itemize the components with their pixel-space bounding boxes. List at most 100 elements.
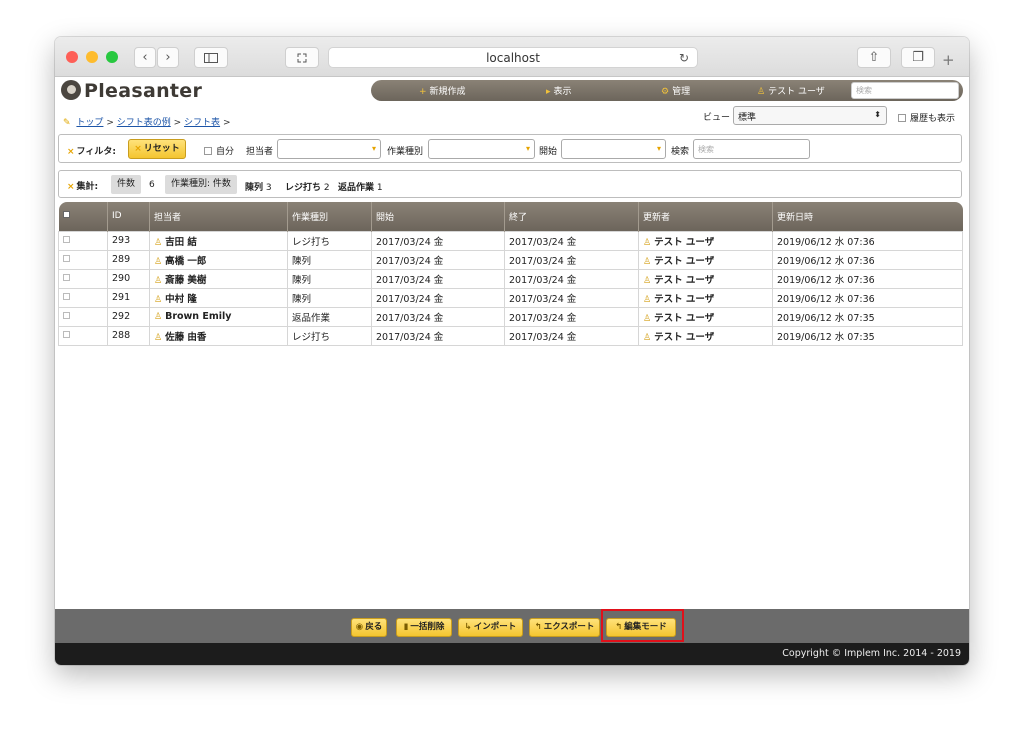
row-checkbox[interactable] xyxy=(58,230,108,251)
app-logo[interactable]: Pleasanter xyxy=(61,80,202,102)
breadcrumb-example[interactable]: シフト表の例 xyxy=(117,118,171,128)
cell-updated: 2019/06/12 水 07:36 xyxy=(772,249,963,270)
filter-label[interactable]: × フィルタ: xyxy=(67,144,116,157)
cell-end: 2017/03/24 金 xyxy=(504,325,639,346)
chevron-down-icon: ▾ xyxy=(371,144,376,153)
gear-icon: ⚙ xyxy=(661,87,670,97)
column-header-updated[interactable]: 更新日時 xyxy=(772,202,963,231)
back-arrow-icon[interactable]: ‹ xyxy=(134,47,156,68)
row-checkbox[interactable] xyxy=(58,249,108,270)
user-icon: ♙ xyxy=(154,312,163,322)
cell-updater: ♙ テスト ユーザ xyxy=(638,325,773,346)
self-checkbox[interactable]: 自分 xyxy=(204,144,234,157)
reset-button-label: リセット xyxy=(143,144,180,154)
cell-updater: ♙ テスト ユーザ xyxy=(638,287,773,308)
cell-assignee-text: 高橋 一郎 xyxy=(165,255,207,267)
close-window-button[interactable] xyxy=(66,51,78,63)
column-header-updater[interactable]: 更新者 xyxy=(638,202,773,231)
column-header-start[interactable]: 開始 xyxy=(371,202,505,231)
table-row[interactable]: 289 ♙ 高橋 一郎 陳列 2017/03/24 金 2017/03/24 金 … xyxy=(58,249,963,270)
share-icon[interactable]: ⇧ xyxy=(857,47,891,68)
cell-start: 2017/03/24 金 xyxy=(371,306,505,327)
view-select[interactable]: 標準 ⬍ xyxy=(733,106,887,125)
export-icon: ↰ xyxy=(534,622,542,632)
breadcrumb: ✎ トップ > シフト表の例 > シフト表 > xyxy=(63,115,230,128)
cell-assignee: ♙ 高橋 一郎 xyxy=(149,249,288,270)
start-select[interactable]: ▾ xyxy=(561,139,666,159)
back-button-label: 戻る xyxy=(365,622,383,632)
aggregate-label[interactable]: × 集計: xyxy=(67,179,98,192)
main-nav: + 新規作成 ▸ 表示 ⚙ 管理 ♙ テスト ユーザ 検索 xyxy=(371,80,963,101)
column-header-assignee[interactable]: 担当者 xyxy=(149,202,288,231)
group-chip[interactable]: 作業種別: 件数 xyxy=(165,175,237,194)
column-header-id[interactable]: ID xyxy=(107,202,150,231)
table-row[interactable]: 290 ♙ 斎藤 美樹 陳列 2017/03/24 金 2017/03/24 金 … xyxy=(58,268,963,289)
user-icon: ♙ xyxy=(643,313,652,324)
work-type-label: 作業種別 xyxy=(387,147,424,157)
nav-view-label: 表示 xyxy=(553,87,572,97)
nav-admin[interactable]: ⚙ 管理 xyxy=(661,84,690,97)
select-all-checkbox[interactable] xyxy=(58,202,108,231)
new-tab-icon[interactable]: + xyxy=(942,51,955,69)
assignee-select[interactable]: ▾ xyxy=(277,139,381,159)
checkbox-icon xyxy=(62,211,70,219)
cell-updater-text: テスト ユーザ xyxy=(654,293,715,305)
column-header-end[interactable]: 終了 xyxy=(504,202,639,231)
cell-start: 2017/03/24 金 xyxy=(371,230,505,251)
cell-assignee-text: 斎藤 美樹 xyxy=(165,274,207,286)
checkbox-icon xyxy=(63,255,70,262)
cell-work-type: 陳列 xyxy=(287,268,372,289)
nav-new[interactable]: + 新規作成 xyxy=(419,84,466,97)
table-row[interactable]: 292 ♙ Brown Emily 返品作業 2017/03/24 金 2017/… xyxy=(58,306,963,327)
cell-end: 2017/03/24 金 xyxy=(504,249,639,270)
column-header-work-type[interactable]: 作業種別 xyxy=(287,202,372,231)
row-checkbox[interactable] xyxy=(58,287,108,308)
work-type-select[interactable]: ▾ xyxy=(428,139,535,159)
nav-view[interactable]: ▸ 表示 xyxy=(546,84,572,97)
pencil-icon: ✎ xyxy=(63,118,71,128)
trash-icon: ▮ xyxy=(403,622,409,632)
table-row[interactable]: 288 ♙ 佐藤 由香 レジ打ち 2017/03/24 金 2017/03/24 … xyxy=(58,325,963,346)
nav-user-label: テスト ユーザ xyxy=(768,87,825,97)
toggle-icon: × xyxy=(67,147,75,157)
nav-user[interactable]: ♙ テスト ユーザ xyxy=(757,84,825,97)
cell-updated: 2019/06/12 水 07:36 xyxy=(772,230,963,251)
cell-id: 292 xyxy=(107,306,150,327)
breadcrumb-top[interactable]: トップ xyxy=(76,118,103,128)
export-button[interactable]: ↰ エクスポート xyxy=(529,618,600,637)
reset-button[interactable]: × リセット xyxy=(128,139,186,159)
checkbox-icon xyxy=(63,236,70,243)
user-icon: ♙ xyxy=(154,332,163,343)
table-row[interactable]: 291 ♙ 中村 隆 陳列 2017/03/24 金 2017/03/24 金 ♙… xyxy=(58,287,963,308)
reload-icon[interactable]: ↻ xyxy=(679,48,689,68)
row-checkbox[interactable] xyxy=(58,325,108,346)
group-name-3: 返品作業 xyxy=(338,183,375,193)
bulk-delete-button[interactable]: ▮ 一括削除 xyxy=(396,618,452,637)
chevron-down-icon: ▾ xyxy=(656,144,661,153)
checkbox-icon xyxy=(63,331,70,338)
count-chip[interactable]: 件数 xyxy=(111,175,142,194)
forward-arrow-icon[interactable]: › xyxy=(157,47,179,68)
group-value-3: 返品作業 1 xyxy=(338,180,383,193)
nav-search-input[interactable]: 検索 xyxy=(851,82,959,99)
fullscreen-icon[interactable] xyxy=(285,47,319,68)
row-checkbox[interactable] xyxy=(58,268,108,289)
aggregate-label-text: 集計: xyxy=(76,182,99,192)
import-button[interactable]: ↳ インポート xyxy=(458,618,523,637)
table-header-row: ID 担当者 作業種別 開始 終了 更新者 更新日時 xyxy=(58,202,963,231)
tabs-overview-icon[interactable]: ❐ xyxy=(901,47,935,68)
sidebar-toggle-icon[interactable] xyxy=(194,47,228,68)
user-icon: ♙ xyxy=(643,275,652,286)
cell-updated: 2019/06/12 水 07:35 xyxy=(772,325,963,346)
breadcrumb-current[interactable]: シフト表 xyxy=(184,118,220,128)
show-history-checkbox[interactable]: 履歴も表示 xyxy=(898,111,955,124)
maximize-window-button[interactable] xyxy=(106,51,118,63)
back-button[interactable]: ◉ 戻る xyxy=(351,618,387,637)
filter-search-input[interactable]: 検索 xyxy=(693,139,810,159)
row-checkbox[interactable] xyxy=(58,306,108,327)
group-name-2: レジ打ち xyxy=(285,183,322,193)
address-bar[interactable]: localhost ↻ xyxy=(328,47,698,68)
minimize-window-button[interactable] xyxy=(86,51,98,63)
cell-assignee: ♙ 佐藤 由香 xyxy=(149,325,288,346)
table-row[interactable]: 293 ♙ 吉田 結 レジ打ち 2017/03/24 金 2017/03/24 金… xyxy=(58,230,963,251)
